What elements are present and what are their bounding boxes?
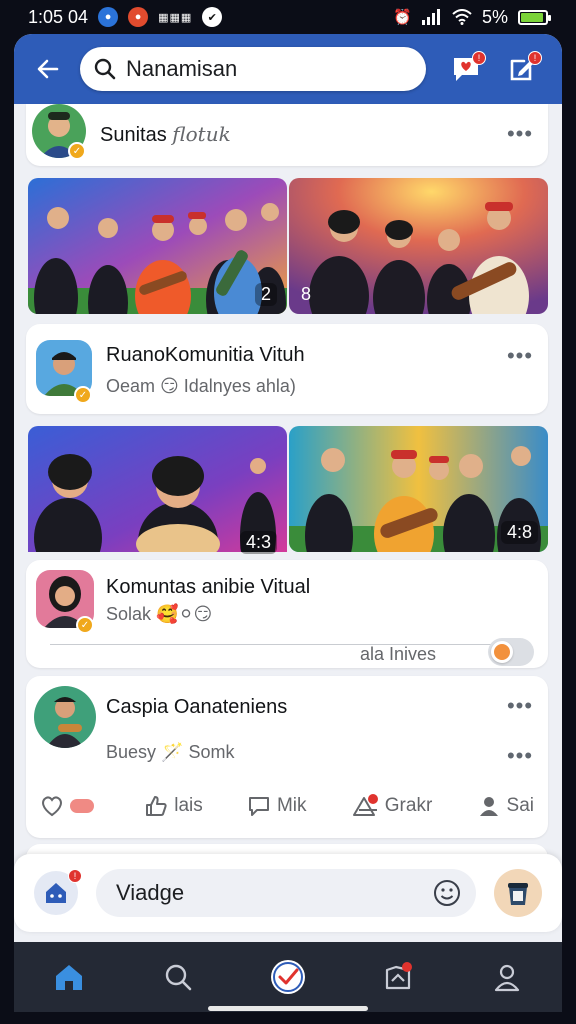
battery-percent: 5% xyxy=(481,6,508,27)
react-button[interactable] xyxy=(40,795,100,817)
nav-home[interactable] xyxy=(44,952,94,1002)
action-bar: lais Mik Grakr Sai xyxy=(26,782,548,830)
compose-button[interactable]: ! xyxy=(500,47,544,91)
signal-icon xyxy=(421,9,440,25)
composer-input-wrapper[interactable] xyxy=(96,869,476,917)
more-options-button[interactable]: ••• xyxy=(502,744,538,768)
more-options-button[interactable]: ••• xyxy=(502,344,538,368)
photo-count-badge: 8 xyxy=(301,284,312,304)
like-label: lais xyxy=(174,795,203,816)
composer-bar: ! xyxy=(14,854,562,932)
emoji-icon[interactable] xyxy=(432,878,462,908)
status-time: 1:05 04 xyxy=(28,6,89,27)
photo-thumbnail[interactable]: 4:8 xyxy=(289,426,548,552)
app-window: ! ! xyxy=(14,34,562,942)
comment-label: Mik xyxy=(276,795,307,816)
nav-search[interactable] xyxy=(153,952,203,1002)
composer-input[interactable] xyxy=(116,880,396,906)
like-icon xyxy=(146,796,167,816)
toggle-knob xyxy=(491,641,513,663)
post-author: RuanoKomunitia Vituh xyxy=(106,344,305,366)
status-app-icons-small: ▦▦▦ xyxy=(158,11,193,24)
verified-badge: ✓ xyxy=(74,386,92,404)
photo-thumbnail[interactable]: 4:3 xyxy=(28,426,287,562)
avatar[interactable] xyxy=(34,686,96,748)
bottom-navigation xyxy=(14,942,562,1012)
photo-count-badge: 2 xyxy=(254,283,277,306)
share-button[interactable]: Grakr xyxy=(351,794,433,818)
post-author: Caspia Oanateniens xyxy=(106,696,288,718)
like-button[interactable]: lais xyxy=(144,794,203,818)
verified-badge: ✓ xyxy=(68,142,86,160)
community-house-icon xyxy=(46,883,66,903)
back-arrow-icon xyxy=(37,59,59,79)
alarm-icon: ⏰ xyxy=(393,9,412,26)
photo-thumbnail[interactable]: 8 xyxy=(289,178,548,314)
notification-dot: ! xyxy=(528,51,542,65)
photo-gallery: 2 8 xyxy=(28,178,548,314)
post-author: Komuntas anibie Vitual xyxy=(106,576,311,598)
toggle-switch[interactable] xyxy=(488,638,534,666)
search-icon xyxy=(166,964,192,991)
post-footer-label: ala Inives xyxy=(360,644,437,664)
notification-dot: ! xyxy=(68,869,82,883)
app-header: ! ! xyxy=(14,34,562,104)
share-label: Grakr xyxy=(384,795,433,816)
post-author: Sunitas flotuk xyxy=(100,122,231,146)
photo-thumbnail[interactable]: 2 xyxy=(28,178,287,314)
battery-level xyxy=(521,12,543,22)
notification-icon xyxy=(385,962,412,990)
photo-count-badge: 4:8 xyxy=(500,521,538,544)
notification-dot: ! xyxy=(472,51,486,65)
search-input[interactable] xyxy=(126,56,386,82)
comment-icon xyxy=(248,797,269,816)
photo-count-badge: 4:3 xyxy=(239,531,277,554)
profile-action-button[interactable]: Sai xyxy=(477,794,534,818)
post-card: ✓ RuanoKomunitia Vituh Oeam 😏 Idalnyes a… xyxy=(26,324,548,414)
post-card: ✓ Komuntas anibie Vitual Solak 🥰⚪😏 ala I… xyxy=(26,560,548,668)
community-button[interactable]: ! xyxy=(34,869,82,915)
post-subtitle: Buesy 🪄 Somk xyxy=(106,742,235,762)
battery-icon xyxy=(518,9,551,25)
wifi-icon xyxy=(452,9,472,25)
share-icon xyxy=(352,794,378,816)
back-button[interactable] xyxy=(28,49,68,89)
post-subtitle: Solak 🥰⚪😏 xyxy=(106,604,213,624)
post-card: ✓ Sunitas flotuk ••• xyxy=(26,104,548,166)
person-icon xyxy=(479,797,498,816)
reaction-pill xyxy=(70,799,94,813)
photo-gallery: 4:3 4:8 xyxy=(28,426,548,562)
messages-button[interactable]: ! xyxy=(444,47,488,91)
heart-icon xyxy=(42,796,62,817)
nav-profile[interactable] xyxy=(482,952,532,1002)
verified-badge: ✓ xyxy=(76,616,94,634)
cup-icon xyxy=(508,883,528,905)
app-icon-red: ● xyxy=(128,7,149,27)
app-icon-blue: ● xyxy=(98,7,119,27)
check-circle-icon: ✔ xyxy=(202,7,223,27)
profile-action-label: Sai xyxy=(506,795,534,816)
nav-check[interactable] xyxy=(263,952,313,1002)
post-card: Caspia Oanateniens ••• Buesy 🪄 Somk ••• xyxy=(26,676,548,838)
check-icon xyxy=(270,960,305,994)
comment-button[interactable]: Mik xyxy=(247,794,307,818)
more-options-button[interactable]: ••• xyxy=(502,122,538,146)
nav-notifications[interactable] xyxy=(373,952,423,1002)
phone-screen: 1:05 04 ● ● ▦▦▦ ✔ ⏰ 5% Nanamisan ! ! ✓ S… xyxy=(0,0,576,1024)
more-options-button[interactable]: ••• xyxy=(502,694,538,718)
user-avatar-button[interactable] xyxy=(494,869,542,917)
home-indicator[interactable] xyxy=(208,1006,368,1011)
post-subtitle: Oeam 😏 Idalnyes ahla) xyxy=(106,376,296,396)
profile-icon xyxy=(495,964,520,992)
home-icon xyxy=(55,965,82,990)
status-bar: 1:05 04 ● ● ▦▦▦ ✔ ⏰ 5% xyxy=(0,0,576,34)
search-bar[interactable] xyxy=(80,47,426,91)
search-icon xyxy=(94,58,116,80)
